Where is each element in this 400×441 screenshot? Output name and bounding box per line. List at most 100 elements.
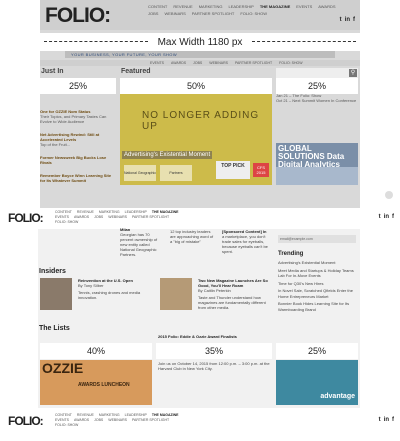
search-icon[interactable]: ⚲ — [349, 69, 357, 77]
nav-the-magazine[interactable]: THE MAGAZINE — [152, 210, 179, 214]
global-solutions-ad[interactable]: GLOBAL SOLUTIONS Data Digital Analytics — [276, 143, 358, 185]
ozzie-awards-banner[interactable]: OZZIE AWARDS LUNCHEON — [40, 360, 152, 405]
submenu-jobs[interactable]: JOBS — [193, 61, 202, 65]
nav-marketing[interactable]: MARKETING — [99, 210, 120, 214]
story-column-b: 12 top industry leaders are approaching … — [170, 229, 214, 244]
trending-item[interactable]: Bonnier Book Hides Learning Site for Its… — [278, 301, 358, 312]
max-width-indicator: Max Width 1180 px — [40, 33, 360, 51]
submenu-webinars[interactable]: WEBINARS — [209, 61, 228, 65]
nav-jobs[interactable]: JOBS — [148, 11, 158, 16]
nav-folio-show[interactable]: FOLIO: SHOW — [55, 423, 78, 427]
nav-leadership[interactable]: LEADERSHIP — [125, 210, 147, 214]
nav-events[interactable]: EVENTS — [55, 418, 69, 422]
nav-events[interactable]: EVENTS — [296, 4, 312, 9]
nav-revenue[interactable]: REVENUE — [77, 210, 94, 214]
nav-marketing[interactable]: MARKETING — [99, 413, 120, 417]
mobile-top-nav: CONTENT REVENUE MARKETING LEADERSHIP THE… — [55, 210, 185, 224]
subscribe-email-field[interactable]: email@example.com — [278, 235, 356, 243]
nav-awards[interactable]: AWARDS — [318, 4, 335, 9]
featured-subline: NO LONGER ADDING UP — [142, 110, 260, 132]
column-title-featured: Featured — [121, 68, 151, 75]
facebook-icon[interactable]: f — [392, 214, 394, 220]
nav-awards[interactable]: AWARDS — [74, 215, 89, 219]
cfs-badge[interactable]: CFS 2015 — [253, 163, 269, 177]
nav-webinars[interactable]: WEBINARS — [108, 418, 127, 422]
page: FOLIO: CONTENT REVENUE MARKETING LEADERS… — [0, 0, 400, 441]
folio-logo[interactable]: FOLIO: — [45, 4, 111, 28]
twitter-icon[interactable]: t — [340, 17, 342, 23]
nav-content[interactable]: CONTENT — [148, 4, 167, 9]
nav-folio-show[interactable]: FOLIO: SHOW — [240, 11, 267, 16]
trending-item[interactable]: In Novel Sale, Scratched Qfields Enter t… — [278, 288, 358, 299]
featured-advertising-card[interactable]: ADVERTISING NO LONGER ADDING UP Advertis… — [120, 79, 272, 185]
nav-awards[interactable]: AWARDS — [74, 418, 89, 422]
featured-caption[interactable]: Advertising's Existential Moment — [122, 151, 213, 159]
trending-item[interactable]: Meet Media and Startups & Holiday Teams … — [278, 268, 358, 279]
nav-the-magazine[interactable]: THE MAGAZINE — [152, 413, 179, 417]
facebook-icon[interactable]: f — [353, 17, 355, 23]
footer-header-bar: FOLIO: CONTENT REVENUE MARKETING LEADERS… — [0, 411, 400, 429]
nav-partner-spotlight[interactable]: PARTNER SPOTLIGHT — [132, 418, 169, 422]
facebook-icon[interactable]: f — [392, 417, 394, 423]
nav-marketing[interactable]: MARKETING — [199, 4, 223, 9]
trending-item[interactable]: Advertising's Existential Moment — [278, 260, 358, 266]
nav-events[interactable]: EVENTS — [55, 215, 69, 219]
just-in-item-body: Their Topics, and Primary Tastes Can Evo… — [40, 114, 107, 124]
folio-logo[interactable]: FOLIO: — [8, 211, 44, 225]
just-in-item-title[interactable]: Former Newsweek Big Bucks Lose Rivals — [40, 155, 116, 165]
nav-revenue[interactable]: REVENUE — [173, 4, 192, 9]
insider-1-body: Tennis, crashing drones and media innova… — [78, 290, 141, 300]
folio-logo[interactable]: FOLIO: — [8, 414, 44, 428]
desktop-header: FOLIO: CONTENT REVENUE MARKETING LEADERS… — [40, 0, 360, 30]
just-in-item-title[interactable]: Remember Boyce Winn Learning Site for It… — [40, 173, 116, 183]
linkedin-icon[interactable]: in — [345, 17, 350, 23]
submenu-partner-spotlight[interactable]: PARTNER SPOTLIGHT — [235, 61, 272, 65]
insiders-title: Insiders — [39, 268, 66, 275]
insider-2-byline: By Caitlin Peterkin — [198, 288, 231, 293]
featured-thumb-natgeo[interactable]: National Geographic — [124, 165, 156, 181]
column-width-sidebar: 25% — [276, 78, 358, 94]
insider-1-photo[interactable] — [40, 278, 72, 310]
submenu-folio-show[interactable]: FOLIO: SHOW — [279, 61, 302, 65]
insider-2-title[interactable]: Two New Magazine Launches Are So Good, Y… — [198, 278, 270, 288]
nav-jobs[interactable]: JOBS — [94, 418, 103, 422]
nav-leadership[interactable]: LEADERSHIP — [228, 4, 253, 9]
nav-revenue[interactable]: REVENUE — [77, 413, 94, 417]
featured-thumbs: National Geographic Partners — [124, 165, 192, 181]
nav-jobs[interactable]: JOBS — [94, 215, 103, 219]
nav-content[interactable]: CONTENT — [55, 413, 72, 417]
linkedin-icon[interactable]: in — [384, 417, 389, 423]
nav-content[interactable]: CONTENT — [55, 210, 72, 214]
submenu-awards[interactable]: AWARDS — [171, 61, 186, 65]
linkedin-icon[interactable]: in — [384, 214, 389, 220]
search-field[interactable]: ⚲ — [276, 68, 358, 78]
nav-partner-spotlight[interactable]: PARTNER SPOTLIGHT — [132, 215, 169, 219]
mobile-social-icons: t in f — [379, 214, 394, 220]
trending-list: Advertising's Existential Moment Meet Me… — [278, 260, 358, 312]
nav-webinars[interactable]: WEBINARS — [108, 215, 127, 219]
lists-item-description: Join us on October 14, 2015 from 12:00 p… — [158, 361, 274, 371]
twitter-icon[interactable]: t — [379, 214, 381, 220]
upcoming-item[interactable]: Oct 21 – Next Summit Women In Conference — [276, 98, 358, 103]
nav-partner-spotlight[interactable]: PARTNER SPOTLIGHT — [192, 11, 235, 16]
story-body: a marketplace, you don't trade sales for… — [222, 234, 268, 254]
submenu-events[interactable]: EVENTS — [150, 61, 164, 65]
lists-item-title[interactable]: 2015 Folio: Eddie & Ozzie Award Finalist… — [158, 334, 274, 339]
nav-folio-show[interactable]: FOLIO: SHOW — [55, 220, 78, 224]
featured-thumb-partners[interactable]: Partners — [160, 165, 192, 181]
nav-leadership[interactable]: LEADERSHIP — [125, 413, 147, 417]
nav-webinars[interactable]: WEBINARS — [164, 11, 185, 16]
insider-2-photo[interactable] — [160, 278, 192, 310]
scroll-button[interactable] — [385, 191, 393, 199]
trending-item[interactable]: Time for Q30's New Hires — [278, 281, 358, 287]
advantage-ad[interactable]: advantage — [276, 360, 358, 405]
max-width-dash-right — [252, 41, 356, 42]
desktop-tagline-banner[interactable]: YOUR BUSINESS, YOUR FUTURE, YOUR SHOW — [65, 51, 335, 58]
twitter-icon[interactable]: t — [379, 417, 381, 423]
top-pick-badge[interactable]: TOP PICK — [216, 161, 250, 179]
nav-the-magazine[interactable]: THE MAGAZINE — [260, 4, 290, 9]
story-body: Georgian has 70 percent ownership of new… — [120, 232, 158, 257]
just-in-item-title[interactable]: Net Advertising Rewind: Still at Acceler… — [40, 132, 116, 142]
ozzie-subtitle: AWARDS LUNCHEON — [78, 382, 130, 388]
mobile-header: FOLIO: CONTENT REVENUE MARKETING LEADERS… — [0, 208, 400, 226]
